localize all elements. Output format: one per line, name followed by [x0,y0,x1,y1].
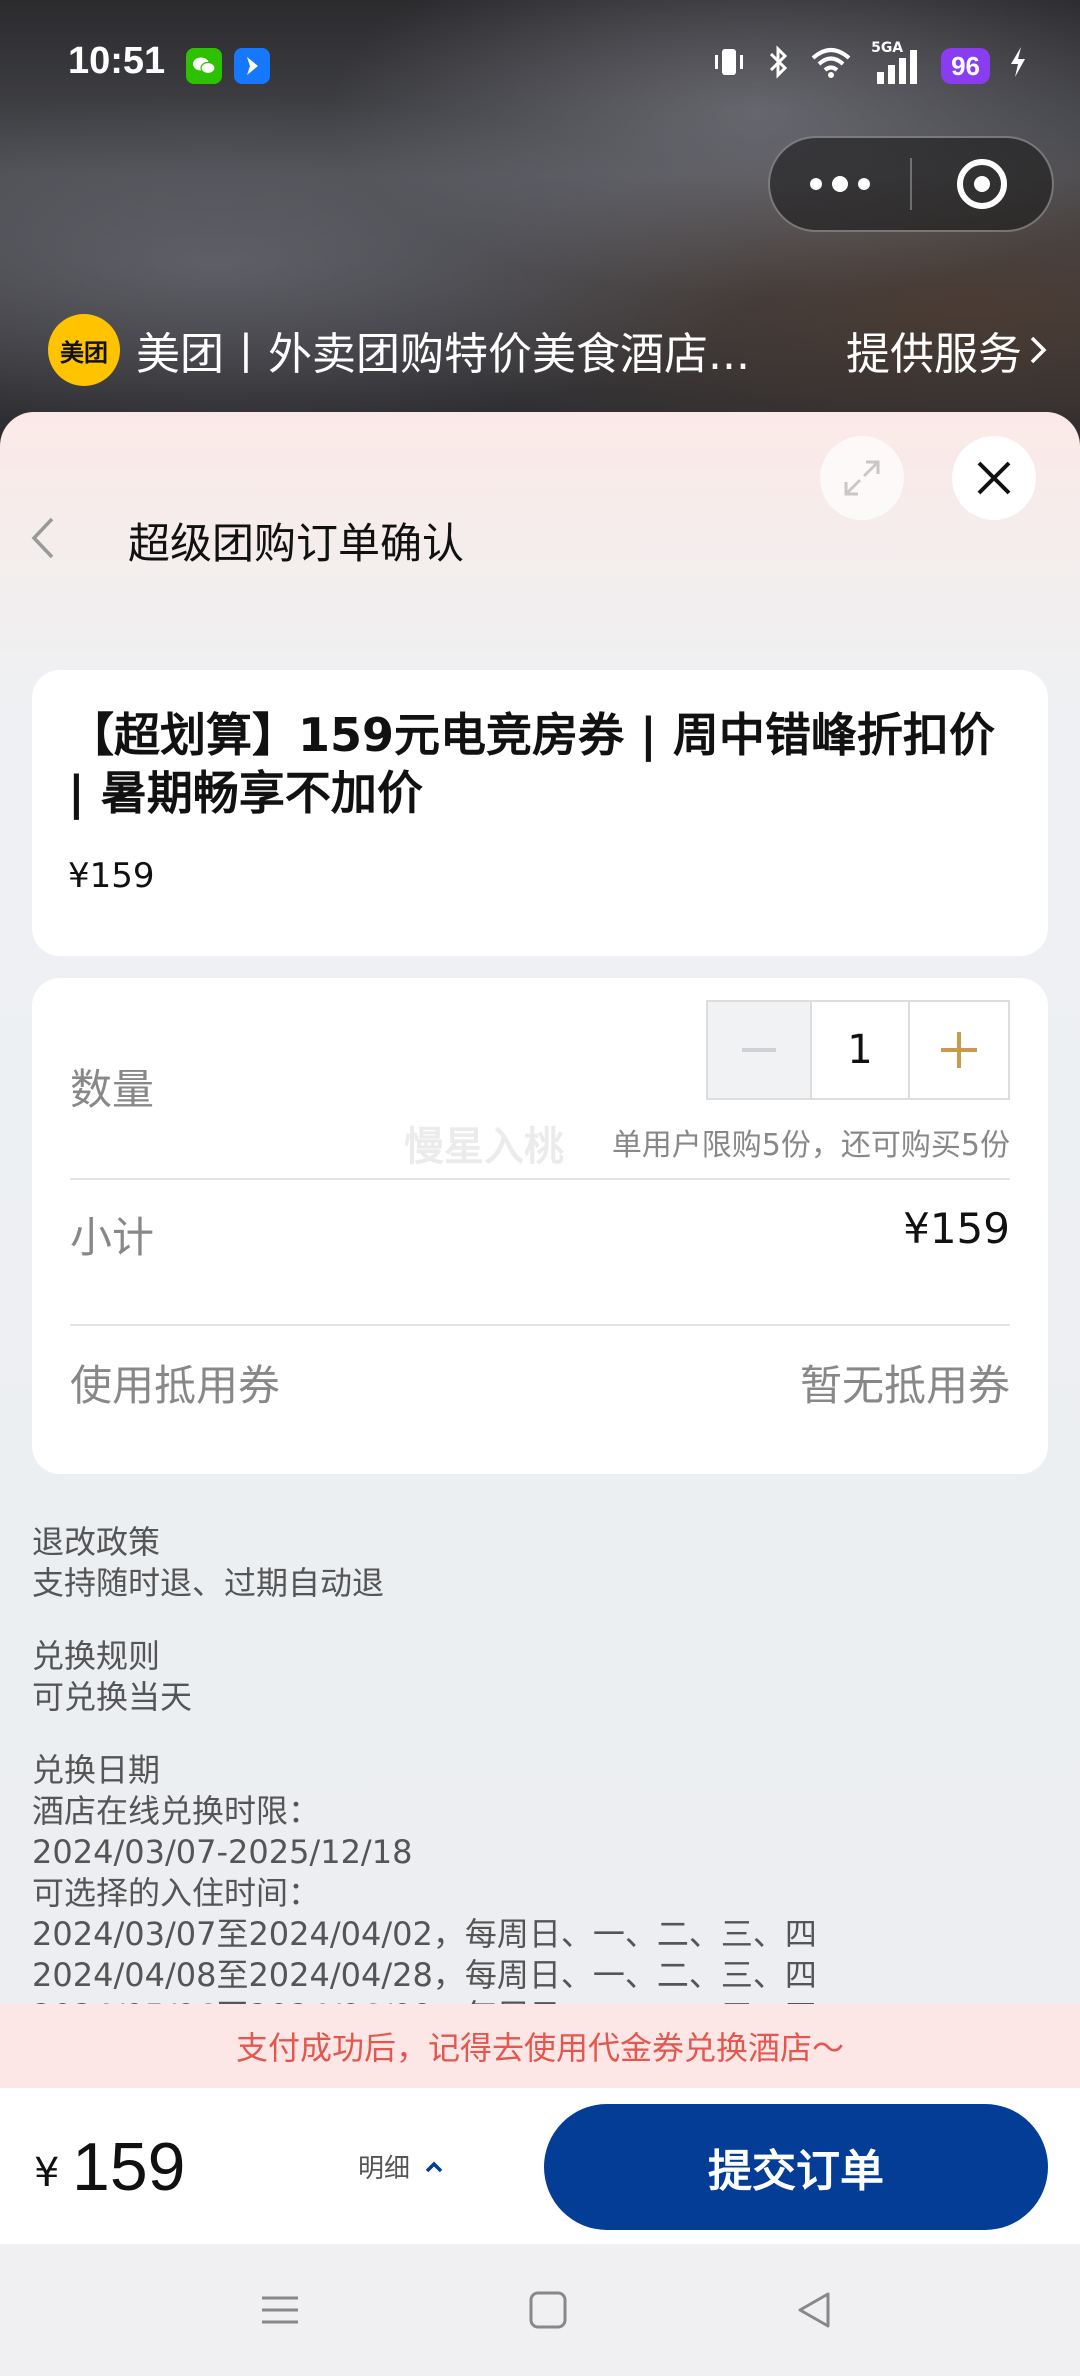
status-icons: 5GA 96 [711,40,1028,88]
order-detail-card: 数量 1 慢星入桃 单用户限购5份，还可购买5份 小计 ¥159 使用抵用券 暂… [32,978,1048,1474]
coupon-value[interactable]: 暂无抵用券 [800,1352,1010,1413]
status-bar: 10:51 5GA 96 [0,0,1080,130]
back-nav-button[interactable] [786,2282,842,2338]
redeem-date-title: 兑换日期 [32,1751,161,1789]
redeem-dates: 兑换日期 酒店在线兑换时限： 2024/03/07-2025/12/18 可选择… [32,1750,1048,2037]
charging-icon [1008,45,1028,87]
meituan-logo: 美团 [48,314,120,386]
divider [70,1178,1010,1180]
deal-card: 【超划算】159元电竞房券 | 周中错峰折扣价 | 暑期畅享不加价 ¥159 [32,670,1048,956]
provider-name: 美团丨外卖团购特价美食酒店... [136,329,750,380]
quantity-value[interactable]: 1 [810,1002,910,1098]
redeem-date-line: 2024/03/07-2025/12/18 [32,1833,413,1871]
redeem-date-line: 酒店在线兑换时限： [32,1792,321,1830]
total-amount: 159 [72,2129,186,2205]
price-detail-button[interactable]: 明细 [358,2148,444,2185]
battery-level: 96 [941,48,990,84]
menu-nav-button[interactable] [252,2282,308,2338]
redeem-rules: 兑换规则 可兑换当天 [32,1636,1048,1718]
submit-order-button[interactable]: 提交订单 [544,2104,1048,2230]
location-share-icon [234,48,270,84]
system-nav-bar [0,2244,1080,2376]
vibrate-icon [711,44,747,88]
provider-service-link[interactable]: 提供服务 [846,318,1048,382]
redeem-date-line: 可选择的入住时间： [32,1874,321,1912]
currency-symbol: ¥ [34,2150,60,2196]
bluetooth-icon [765,44,791,88]
more-dots-icon [810,176,870,192]
menu-icon [262,2296,298,2324]
network-type: 5GA [871,40,904,56]
watermark: 慢星入桃 [404,1124,564,1170]
signal-icon: 5GA [871,40,923,86]
deal-price: ¥159 [68,856,155,896]
chevron-left-icon [31,517,54,559]
price-detail-label: 明细 [358,2154,411,2184]
purchase-limit-note: 单用户限购5份，还可购买5份 [611,1128,1010,1163]
chevron-up-icon [425,2161,443,2172]
target-circle-icon [957,159,1007,209]
back-triangle-icon [798,2292,830,2328]
quantity-stepper: 1 [706,1000,1010,1100]
expand-button[interactable] [820,436,904,520]
wifi-icon [809,44,853,88]
back-button[interactable] [30,508,70,568]
close-icon [977,461,1011,495]
redeem-text: 可兑换当天 [32,1678,193,1716]
subtotal-value: ¥159 [903,1204,1010,1253]
chevron-right-icon [1030,336,1047,364]
status-time: 10:51 [68,40,166,82]
minus-icon [742,1048,776,1052]
exit-miniprogram-button[interactable] [912,138,1052,230]
wechat-icon [186,48,222,84]
plus-icon [941,1032,977,1068]
refund-policy: 退改政策 支持随时退、过期自动退 [32,1522,1048,1604]
redeem-date-line: 2024/03/07至2024/04/02，每周日、一、二、三、四 [32,1915,817,1953]
subtotal-label: 小计 [70,1213,155,1262]
policy-section: 退改政策 支持随时退、过期自动退 兑换规则 可兑换当天 兑换日期 酒店在线兑换时… [32,1522,1048,2069]
payment-tip-banner: 支付成功后，记得去使用代金券兑换酒店～ [0,2004,1080,2088]
more-button[interactable] [770,138,910,230]
quantity-label: 数量 [70,1065,155,1114]
refund-text: 支持随时退、过期自动退 [32,1564,385,1602]
service-provider-row[interactable]: 美团 美团丨外卖团购特价美食酒店... 提供服务 [48,310,1048,390]
order-sheet: 超级团购订单确认 【超划算】159元电竞房券 | 周中错峰折扣价 | 暑期畅享不… [0,412,1080,2244]
close-button[interactable] [952,436,1036,520]
expand-icon [844,460,880,496]
checkout-bar: ¥ 159 明细 提交订单 [0,2088,1080,2244]
miniprogram-capsule [768,136,1054,232]
decrease-button[interactable] [708,1002,810,1098]
page-title: 超级团购订单确认 [128,519,465,568]
deal-title: 【超划算】159元电竞房券 | 周中错峰折扣价 | 暑期畅享不加价 [68,708,995,820]
increase-button[interactable] [910,1002,1008,1098]
refund-title: 退改政策 [32,1523,161,1561]
home-nav-button[interactable] [520,2282,576,2338]
provider-service-label: 提供服务 [846,329,1022,380]
redeem-date-line: 2024/04/08至2024/04/28，每周日、一、二、三、四 [32,1956,817,1994]
home-square-icon [529,2291,567,2329]
coupon-label: 使用抵用券 [70,1361,281,1410]
divider [70,1324,1010,1326]
redeem-title: 兑换规则 [32,1637,161,1675]
